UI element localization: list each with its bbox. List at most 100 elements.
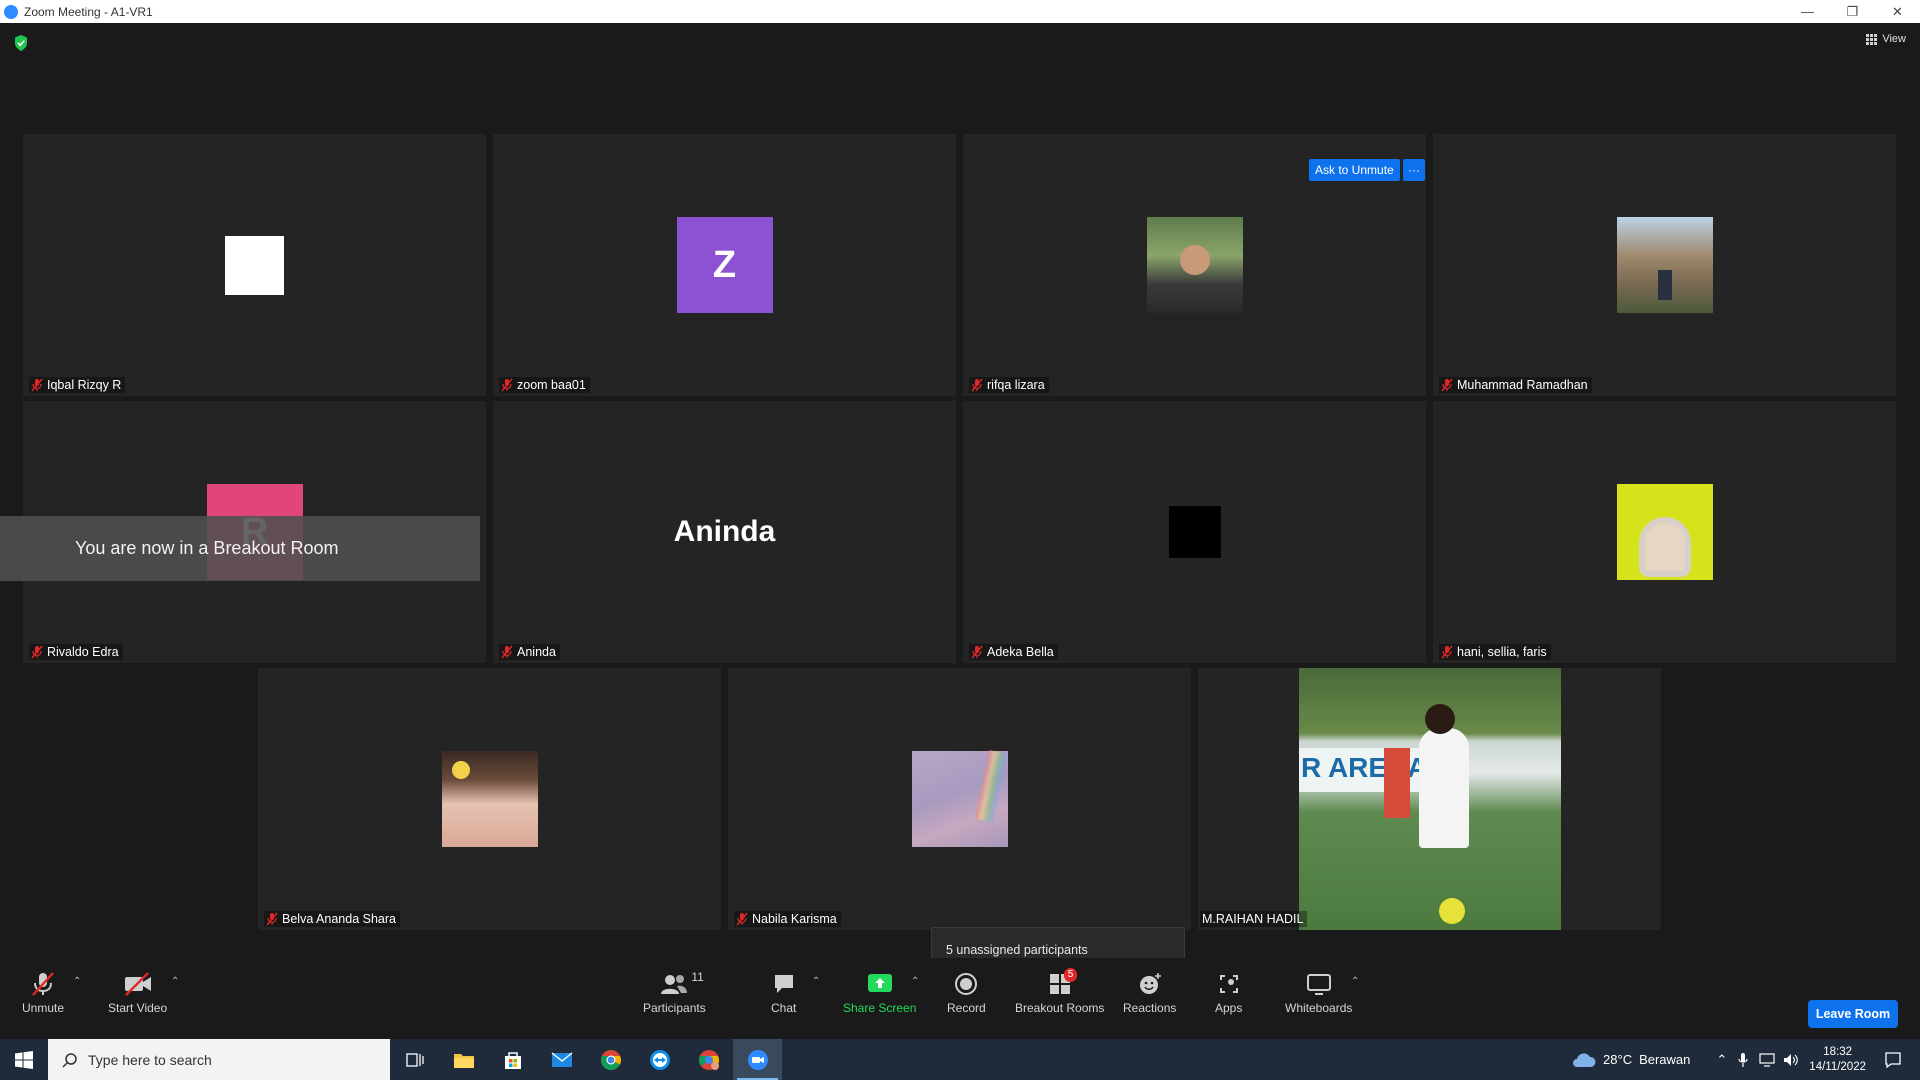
mic-off-icon xyxy=(32,972,54,996)
mail-icon xyxy=(551,1051,572,1067)
clock-date: 14/11/2022 xyxy=(1809,1060,1866,1073)
participant-tile[interactable]: Muhammad Ramadhan xyxy=(1433,134,1896,396)
profile-photo xyxy=(1616,484,1713,580)
participant-display-name: Aninda xyxy=(673,515,776,548)
start-video-button[interactable]: Start Video xyxy=(108,970,167,1015)
taskbar-search[interactable]: Type here to search xyxy=(48,1039,390,1080)
participants-button[interactable]: 11 Participants xyxy=(643,970,706,1015)
mic-off-icon xyxy=(971,645,983,659)
participant-video: R ARENA xyxy=(1299,668,1561,930)
breakout-count-badge: 5 xyxy=(1063,968,1078,982)
whiteboards-button[interactable]: Whiteboards xyxy=(1285,970,1352,1015)
participant-name-label: Muhammad Ramadhan xyxy=(1439,377,1592,393)
participant-name-label: Belva Ananda Shara xyxy=(264,911,400,927)
zoom-taskbar-icon[interactable] xyxy=(733,1039,782,1080)
participant-tile[interactable]: Iqbal Rizqy R xyxy=(23,134,486,396)
share-options-caret[interactable]: ⌃ xyxy=(911,976,919,987)
window-controls: — ❐ ✕ xyxy=(1785,0,1920,23)
mic-off-icon xyxy=(1441,378,1453,392)
record-button[interactable]: Record xyxy=(947,970,986,1015)
participant-tile[interactable]: Adeka Bella xyxy=(963,401,1426,663)
participants-icon xyxy=(661,975,688,994)
ask-to-unmute-button[interactable]: Ask to Unmute xyxy=(1309,159,1400,181)
microsoft-store-taskbar-icon[interactable] xyxy=(488,1039,537,1080)
chevron-up-icon[interactable]: ⌃ xyxy=(1716,1052,1727,1068)
whiteboard-icon xyxy=(1306,974,1331,995)
chrome-profile-taskbar-icon[interactable] xyxy=(684,1039,733,1080)
task-view-button[interactable] xyxy=(390,1039,439,1080)
breakout-rooms-button[interactable]: 5 Breakout Rooms xyxy=(1015,968,1104,1015)
participant-tile[interactable]: Nabila Karisma xyxy=(728,668,1191,930)
restore-button[interactable]: ❐ xyxy=(1830,0,1875,23)
apps-icon xyxy=(1219,975,1238,993)
chat-options-caret[interactable]: ⌃ xyxy=(812,976,820,987)
profile-photo xyxy=(911,749,1008,847)
profile-photo xyxy=(1146,217,1243,313)
avatar xyxy=(1147,484,1243,580)
chrome-profile-icon xyxy=(698,1049,719,1070)
chrome-icon xyxy=(600,1049,621,1070)
chrome-taskbar-icon[interactable] xyxy=(586,1039,635,1080)
reactions-button[interactable]: Reactions xyxy=(1123,970,1176,1015)
breakout-room-toast: You are now in a Breakout Room xyxy=(0,516,480,581)
folder-icon xyxy=(453,1053,474,1068)
chat-icon xyxy=(774,975,793,993)
store-icon xyxy=(504,1051,521,1069)
weather-description[interactable]: Berawan xyxy=(1639,1052,1690,1067)
mail-taskbar-icon[interactable] xyxy=(537,1039,586,1080)
participant-tile[interactable]: R ARENA M.RAIHAN HADIL xyxy=(1198,668,1661,930)
unmute-button[interactable]: Unmute xyxy=(22,970,64,1015)
taskbar-clock[interactable]: 18:32 14/11/2022 xyxy=(1809,1045,1866,1075)
clock-time: 18:32 xyxy=(1823,1045,1853,1058)
window-title: Zoom Meeting - A1-VR1 xyxy=(24,4,153,19)
microphone-icon[interactable] xyxy=(1737,1052,1749,1068)
grid-icon xyxy=(1866,33,1878,45)
minimize-button[interactable]: — xyxy=(1785,0,1830,23)
avatar-letter: Z xyxy=(712,243,737,286)
leave-room-button[interactable]: Leave Room xyxy=(1808,1000,1898,1028)
record-icon xyxy=(955,973,978,995)
mic-off-icon xyxy=(31,645,43,659)
participant-name-label: Aninda xyxy=(499,644,560,660)
notifications-icon[interactable] xyxy=(1884,1051,1902,1069)
audio-options-caret[interactable]: ⌃ xyxy=(73,976,81,987)
profile-photo xyxy=(1616,217,1713,313)
start-button[interactable] xyxy=(0,1039,48,1080)
zoom-icon xyxy=(747,1049,768,1070)
apps-button[interactable]: Apps xyxy=(1215,970,1242,1015)
participant-name-label: rifqa lizara xyxy=(969,377,1049,393)
participant-name-label: zoom baa01 xyxy=(499,377,590,393)
system-tray: 28°C Berawan ⌃ 18:32 14/11/2022 xyxy=(1571,1039,1920,1080)
file-explorer-taskbar-icon[interactable] xyxy=(439,1039,488,1080)
participant-tile[interactable]: Aninda Aninda xyxy=(493,401,956,663)
close-button[interactable]: ✕ xyxy=(1875,0,1920,23)
more-options-button[interactable]: ··· xyxy=(1403,159,1425,181)
participant-tile[interactable]: Belva Ananda Shara xyxy=(258,668,721,930)
mic-off-icon xyxy=(971,378,983,392)
mic-off-icon xyxy=(1441,645,1453,659)
participant-name-label: Rivaldo Edra xyxy=(29,644,123,660)
teamviewer-taskbar-icon[interactable] xyxy=(635,1039,684,1080)
search-icon xyxy=(62,1052,77,1068)
video-options-caret[interactable]: ⌃ xyxy=(171,976,179,987)
search-placeholder: Type here to search xyxy=(88,1051,212,1068)
share-screen-button[interactable]: Share Screen xyxy=(843,970,916,1015)
cloud-weather-icon xyxy=(1573,1052,1596,1067)
network-icon[interactable] xyxy=(1759,1052,1775,1067)
whiteboards-options-caret[interactable]: ⌃ xyxy=(1351,976,1359,987)
view-button[interactable]: View xyxy=(1866,33,1906,45)
windows-taskbar: Type here to search 28°C Berawan ⌃ 18:32… xyxy=(0,1039,1920,1080)
chat-button[interactable]: Chat xyxy=(771,970,796,1015)
participant-tile[interactable]: hani, sellia, faris xyxy=(1433,401,1896,663)
participant-name-label: Iqbal Rizqy R xyxy=(29,377,126,393)
mic-off-icon xyxy=(736,912,748,926)
teamviewer-icon xyxy=(649,1049,670,1070)
participants-count: 11 xyxy=(691,970,704,984)
zoom-app-icon xyxy=(4,4,18,19)
windows-logo-icon xyxy=(15,1050,33,1069)
security-shield-icon[interactable] xyxy=(14,35,28,51)
participant-tile[interactable]: Z zoom baa01 xyxy=(493,134,956,396)
volume-icon[interactable] xyxy=(1783,1053,1799,1067)
weather-temperature[interactable]: 28°C xyxy=(1603,1052,1632,1067)
task-view-icon xyxy=(405,1052,424,1067)
